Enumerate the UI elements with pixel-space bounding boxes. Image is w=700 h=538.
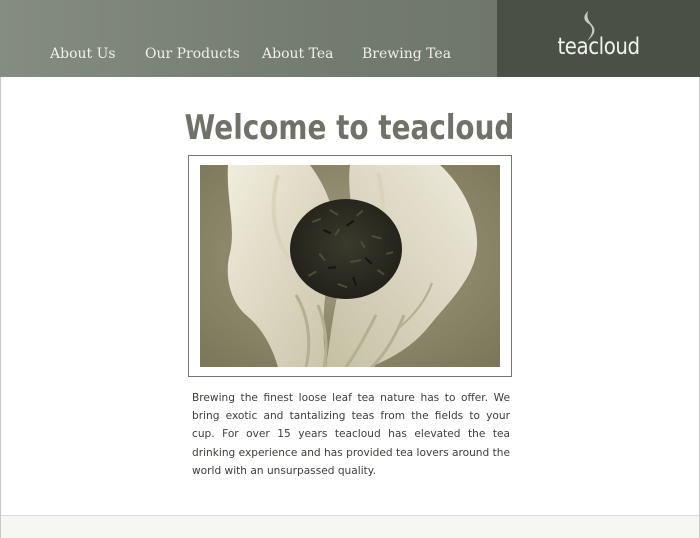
site-header: About Us Our Products About Tea Brewing …: [0, 0, 700, 77]
nav-item-about-us[interactable]: About Us: [50, 46, 116, 62]
brand-name: teacloud: [557, 34, 640, 60]
photo-frame: [188, 155, 512, 377]
main-nav: About Us Our Products About Tea Brewing …: [0, 0, 497, 77]
intro-paragraph: Brewing the finest loose leaf tea nature…: [192, 392, 510, 477]
footer-band: [1, 515, 699, 538]
nav-item-brewing-tea[interactable]: Brewing Tea: [362, 46, 451, 62]
nav-item-about-tea[interactable]: About Tea: [262, 46, 333, 62]
nav-item-our-products[interactable]: Our Products: [145, 46, 240, 62]
brand-logo[interactable]: teacloud: [497, 0, 700, 77]
page-title: Welcome to teacloud: [184, 108, 515, 148]
tea-hands-photo: [200, 165, 500, 367]
